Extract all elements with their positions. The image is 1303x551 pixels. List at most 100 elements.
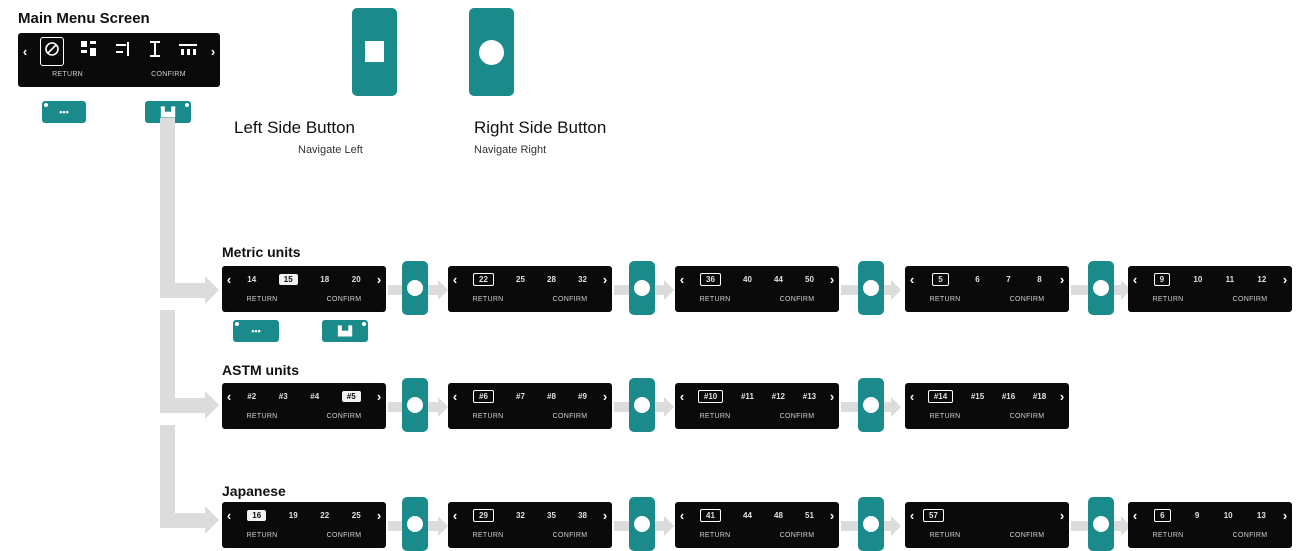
size-value: 14 xyxy=(247,274,257,284)
chevron-right-icon[interactable]: › xyxy=(825,508,839,523)
right-side-button[interactable] xyxy=(402,378,428,432)
chevron-left-icon[interactable]: ‹ xyxy=(1128,272,1142,287)
confirm-label: CONFIRM xyxy=(326,296,362,303)
reset-icon[interactable] xyxy=(40,36,64,66)
right-side-button[interactable] xyxy=(402,261,428,315)
return-label: RETURN xyxy=(472,532,504,539)
size-value: 19 xyxy=(288,510,298,520)
measure-icon[interactable] xyxy=(148,40,162,63)
chevron-left-icon[interactable]: ‹ xyxy=(222,389,236,404)
chevron-left-icon[interactable]: ‹ xyxy=(1128,508,1142,523)
size-value: #18 xyxy=(1032,391,1047,401)
main-menu-screen: ‹ › RETURN CONFIRM xyxy=(18,33,220,87)
row-title: Metric units xyxy=(222,244,301,260)
return-label: RETURN xyxy=(246,413,278,420)
chevron-right-icon[interactable]: › xyxy=(1055,272,1069,287)
return-label: RETURN xyxy=(246,532,278,539)
chevron-right-icon[interactable]: › xyxy=(1055,508,1069,523)
return-label: RETURN xyxy=(472,413,504,420)
size-value: 15 xyxy=(278,273,298,285)
confirm-label: CONFIRM xyxy=(326,413,362,420)
size-screen: ‹ 41 44 48 51 › RETURN CONFIRM xyxy=(675,502,839,548)
chevron-right-icon[interactable]: › xyxy=(825,272,839,287)
chevron-right-icon[interactable]: › xyxy=(206,44,220,59)
right-side-button[interactable] xyxy=(1088,261,1114,315)
size-value: 36 xyxy=(700,272,721,286)
return-pad[interactable]: ••• xyxy=(42,101,86,123)
row-title: Japanese xyxy=(222,483,286,499)
size-value: #7 xyxy=(516,391,525,401)
chevron-left-icon[interactable]: ‹ xyxy=(448,508,462,523)
chevron-right-icon[interactable]: › xyxy=(372,389,386,404)
chevron-left-icon[interactable]: ‹ xyxy=(905,272,919,287)
size-value: 57 xyxy=(923,508,944,522)
size-screen: ‹ 36 40 44 50 › RETURN CONFIRM xyxy=(675,266,839,312)
circle-icon xyxy=(1093,280,1109,296)
right-side-button[interactable] xyxy=(402,497,428,551)
chevron-left-icon[interactable]: ‹ xyxy=(448,272,462,287)
size-value: 25 xyxy=(351,510,361,520)
size-value: 29 xyxy=(473,508,494,522)
size-value: 25 xyxy=(516,274,525,284)
right-side-button[interactable] xyxy=(629,261,655,315)
left-side-button[interactable] xyxy=(352,8,397,96)
chevron-left-icon[interactable]: ‹ xyxy=(905,508,919,523)
chevron-right-icon[interactable]: › xyxy=(1055,389,1069,404)
chevron-left-icon[interactable]: ‹ xyxy=(675,508,689,523)
right-side-button[interactable] xyxy=(858,378,884,432)
metric-return-pad[interactable]: ••• xyxy=(233,320,279,342)
chevron-right-icon[interactable]: › xyxy=(372,272,386,287)
chevron-right-icon[interactable]: › xyxy=(1278,272,1292,287)
size-value: 44 xyxy=(774,274,783,284)
circle-icon xyxy=(1093,516,1109,532)
chevron-left-icon[interactable]: ‹ xyxy=(675,272,689,287)
chevron-left-icon[interactable]: ‹ xyxy=(18,44,32,59)
confirm-label: CONFIRM xyxy=(1009,413,1045,420)
size-value: 32 xyxy=(578,274,587,284)
return-label: RETURN xyxy=(929,532,961,539)
chevron-left-icon[interactable]: ‹ xyxy=(905,389,919,404)
size-value: #11 xyxy=(740,391,754,401)
right-side-button[interactable] xyxy=(858,497,884,551)
confirm-label: CONFIRM xyxy=(1009,296,1045,303)
size-value: 28 xyxy=(547,274,556,284)
confirm-label: CONFIRM xyxy=(1232,296,1268,303)
size-value: #12 xyxy=(771,391,785,401)
size-value: 22 xyxy=(320,510,330,520)
size-screen: ‹ #6 #7 #8 #9 › RETURN CONFIRM xyxy=(448,383,612,429)
chevron-right-icon[interactable]: › xyxy=(598,272,612,287)
right-side-button[interactable] xyxy=(1088,497,1114,551)
circle-icon xyxy=(634,397,650,413)
size-value: #4 xyxy=(310,391,320,401)
grid-icon[interactable] xyxy=(80,40,98,63)
size-value: #16 xyxy=(1001,391,1016,401)
confirm-label: CONFIRM xyxy=(552,532,588,539)
chevron-right-icon[interactable]: › xyxy=(598,508,612,523)
size-value: 44 xyxy=(743,510,752,520)
chevron-right-icon[interactable]: › xyxy=(1278,508,1292,523)
chevron-right-icon[interactable]: › xyxy=(825,389,839,404)
right-button-subtitle: Navigate Right xyxy=(474,144,547,156)
size-value: 6 xyxy=(975,274,980,284)
chevron-left-icon[interactable]: ‹ xyxy=(675,389,689,404)
right-side-button[interactable] xyxy=(858,261,884,315)
adjust-icon[interactable] xyxy=(114,40,132,63)
metric-confirm-pad[interactable]: ▙▟ xyxy=(322,320,368,342)
chevron-left-icon[interactable]: ‹ xyxy=(448,389,462,404)
size-value: 10 xyxy=(1193,274,1203,284)
return-label: RETURN xyxy=(929,413,961,420)
right-side-button[interactable] xyxy=(469,8,514,96)
chevron-right-icon[interactable]: › xyxy=(598,389,612,404)
chevron-left-icon[interactable]: ‹ xyxy=(222,272,236,287)
size-value: #9 xyxy=(578,391,587,401)
size-value: 18 xyxy=(320,274,330,284)
size-screen: ‹ #2 #3 #4 #5 › RETURN CONFIRM xyxy=(222,383,386,429)
chevron-right-icon[interactable]: › xyxy=(372,508,386,523)
confirm-label: CONFIRM xyxy=(151,71,186,78)
right-side-button[interactable] xyxy=(629,378,655,432)
right-side-button[interactable] xyxy=(629,497,655,551)
size-value: 8 xyxy=(1037,274,1042,284)
chevron-left-icon[interactable]: ‹ xyxy=(222,508,236,523)
spacing-icon[interactable] xyxy=(178,40,198,63)
confirm-pad[interactable]: ▙▟ xyxy=(145,101,191,123)
